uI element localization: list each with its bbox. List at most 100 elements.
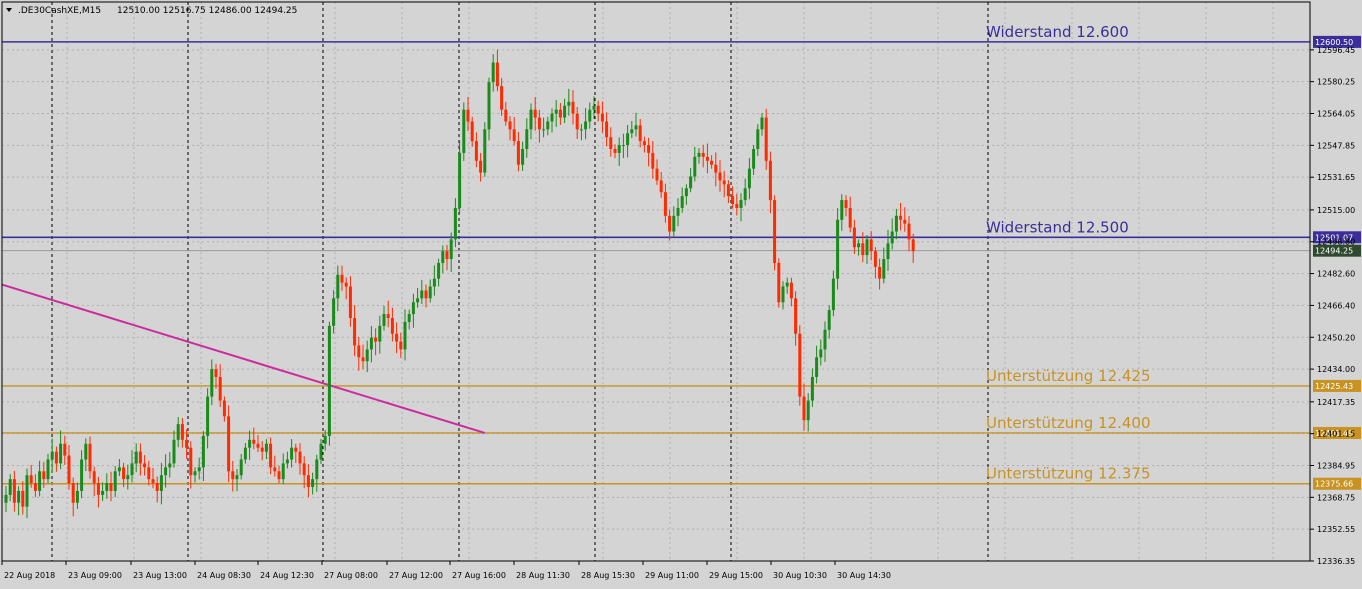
candle-body [12, 479, 16, 503]
y-tick-label: 12547.85 [1317, 141, 1355, 150]
level-label: Unterstützung 12.400 [986, 414, 1151, 432]
candle-body [437, 262, 441, 279]
candle-body [231, 471, 235, 480]
candle-body [869, 239, 873, 252]
candle-body [206, 396, 210, 436]
candle-body [474, 141, 478, 161]
y-tick-label: 12531.65 [1317, 173, 1355, 182]
candle-body [668, 215, 672, 232]
candle-body [567, 101, 571, 106]
candle-body [563, 105, 567, 118]
candle-body [298, 451, 302, 464]
candle [462, 102, 466, 161]
candle-body [420, 290, 424, 299]
y-tick-label: 12515.00 [1317, 206, 1355, 215]
candle-body [227, 416, 231, 472]
candle [227, 405, 231, 483]
candle-body [113, 471, 117, 491]
candle [773, 195, 777, 271]
candle-body [117, 467, 121, 472]
candle-body [147, 467, 151, 480]
candle-body [525, 129, 529, 149]
candle [483, 122, 487, 177]
x-tick-label: 23 Aug 09:00 [68, 571, 122, 580]
candle-body [432, 278, 436, 287]
candle-body [428, 286, 432, 299]
candlestick-chart[interactable]: Widerstand 12.600 Widerstand 12.500 Unters… [0, 0, 1362, 585]
x-tick-label: 28 Aug 11:30 [516, 571, 570, 580]
candle-body [63, 443, 67, 456]
candle-body [269, 443, 273, 468]
candle-body [445, 251, 449, 260]
candle-body [718, 172, 722, 181]
candle-body [80, 459, 84, 491]
candle-body [332, 298, 336, 326]
candle-body [201, 435, 205, 468]
candle-body [764, 117, 768, 161]
y-tick-label: 12352.55 [1317, 525, 1355, 534]
candle-body [336, 274, 340, 299]
candle-body [395, 333, 399, 342]
y-tick-label: 12466.40 [1317, 301, 1355, 310]
candle-body [21, 490, 25, 507]
x-tick-label: 30 Aug 14:30 [837, 571, 891, 580]
candle-body [222, 400, 226, 417]
candle-body [609, 137, 613, 149]
candle-body [827, 310, 831, 330]
current-price-text: 12494.25 [1315, 247, 1353, 256]
candle-body [836, 219, 840, 279]
price-axis[interactable]: 12600.5012501.0712425.4312401.4912375.66… [1310, 35, 1361, 566]
level-label: Widerstand 12.600 [986, 23, 1129, 41]
candle-body [794, 298, 798, 334]
candle-body [495, 62, 499, 87]
candle-body [592, 105, 596, 110]
candle-body [294, 447, 298, 452]
x-tick-label: 29 Aug 11:00 [645, 571, 699, 580]
candle-body [823, 329, 827, 350]
y-tick-label: 12450.20 [1317, 333, 1355, 342]
candle-body [739, 200, 743, 208]
candle [798, 325, 802, 406]
candle-body [260, 447, 264, 452]
candle-body [865, 239, 869, 256]
candle-body [533, 109, 537, 118]
candle-body [164, 467, 168, 476]
candle-body [642, 141, 646, 146]
candle-body [584, 121, 588, 130]
y-tick-label: 12417.35 [1317, 398, 1355, 407]
candle-body [340, 274, 344, 283]
candle-body [193, 471, 197, 476]
candle-body [697, 152, 701, 157]
candle-body [852, 227, 856, 248]
candle-body [151, 479, 155, 484]
y-tick-label: 12336.35 [1317, 557, 1355, 566]
candle-body [399, 341, 403, 350]
candle-body [122, 467, 126, 480]
candle-body [504, 109, 508, 122]
candle-body [479, 160, 483, 173]
candle-body [840, 200, 844, 220]
candle-body [605, 121, 609, 138]
candle-body [382, 314, 386, 326]
candle-body [353, 317, 357, 346]
candle-body [138, 451, 142, 464]
candle-body [575, 113, 579, 130]
candle-body [185, 439, 189, 448]
candle-body [521, 148, 525, 165]
candle-body [29, 475, 33, 484]
candle-body [861, 243, 865, 256]
candle-body [281, 463, 285, 480]
candle-body [290, 447, 294, 460]
candle-body [357, 345, 361, 358]
candle-body [96, 483, 100, 495]
candle-body [197, 467, 201, 472]
candle-body [126, 475, 130, 480]
candle-body [596, 105, 600, 114]
candle-body [907, 223, 911, 240]
candle-body [882, 259, 886, 279]
candle-body [630, 129, 634, 134]
candle-body [600, 113, 604, 122]
candle-body [731, 196, 735, 205]
candle-body [256, 443, 260, 448]
candle-body [500, 86, 504, 110]
